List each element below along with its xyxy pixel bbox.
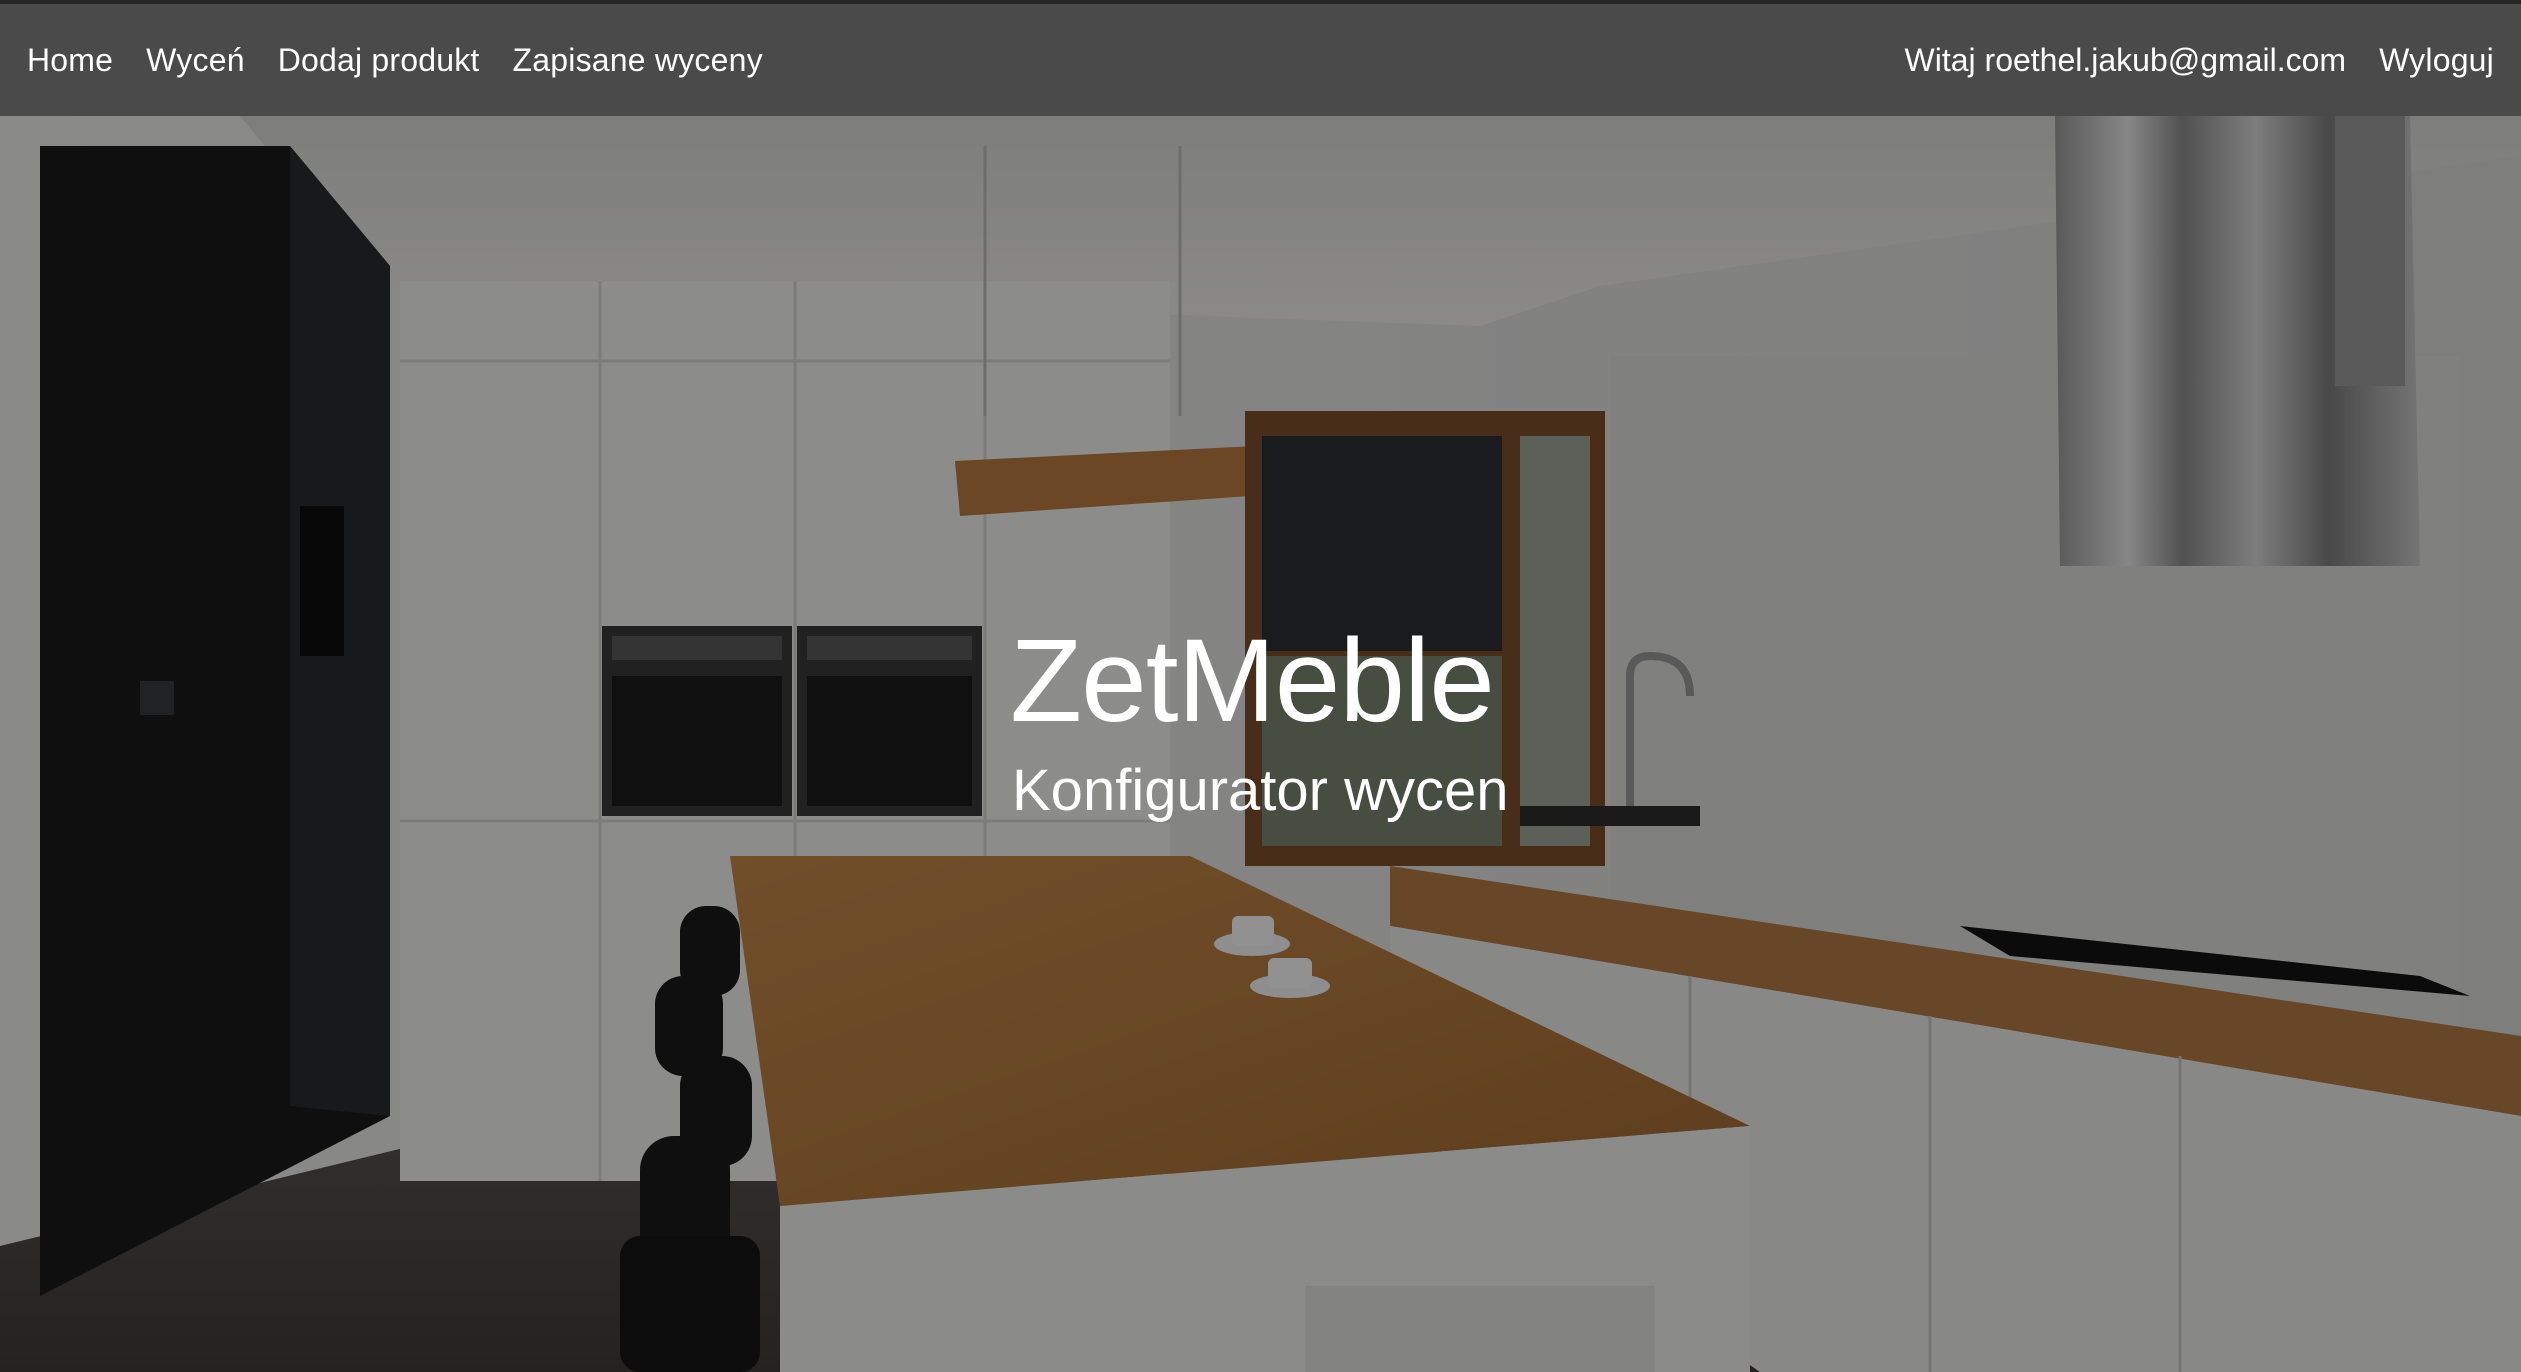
nav-links: Home Wyceń Dodaj produkt Zapisane wyceny [27, 4, 763, 116]
logout-link[interactable]: Wyloguj [2379, 42, 2494, 79]
nav-quote-link[interactable]: Wyceń [146, 42, 245, 79]
nav-add-product-link[interactable]: Dodaj produkt [278, 42, 480, 79]
hero-title: ZetMeble [1010, 615, 1495, 747]
hero-text: ZetMeble Konfigurator wycen [1010, 616, 1508, 826]
nav-home-link[interactable]: Home [27, 42, 113, 79]
hero-subtitle: Konfigurator wycen [1012, 758, 1509, 823]
user-greeting: Witaj roethel.jakub@gmail.com [1904, 41, 2347, 78]
top-navbar: Home Wyceń Dodaj produkt Zapisane wyceny… [0, 0, 2521, 116]
nav-user-area: Witaj roethel.jakub@gmail.com Wyloguj [1905, 4, 2494, 116]
nav-saved-quotes-link[interactable]: Zapisane wyceny [513, 42, 763, 79]
app-root: Home Wyceń Dodaj produkt Zapisane wyceny… [0, 0, 2521, 1372]
hero-section: ZetMeble Konfigurator wycen [0, 116, 2521, 1372]
